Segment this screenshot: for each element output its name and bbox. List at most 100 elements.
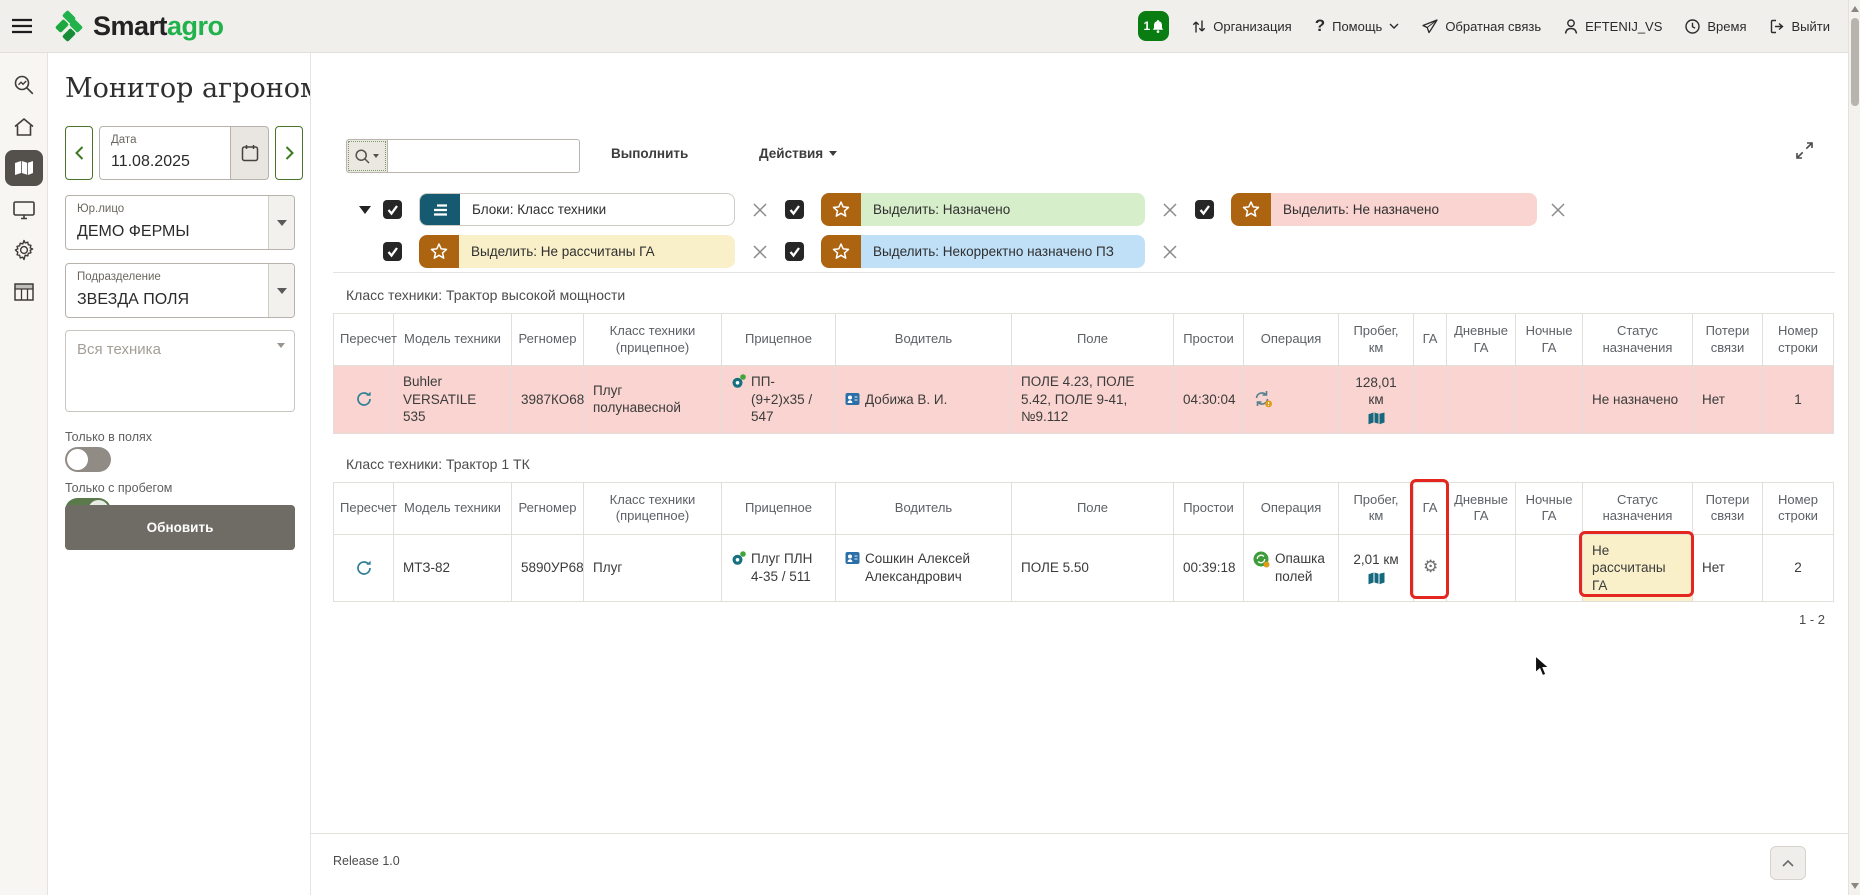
ga-gear-icon[interactable]: ⚙ — [1423, 557, 1438, 577]
username: EFTENIJ_VS — [1585, 19, 1662, 34]
recalculate-icon[interactable] — [343, 559, 384, 577]
date-prev-button[interactable] — [65, 126, 93, 180]
chip-checkbox[interactable] — [1195, 200, 1214, 219]
only-in-fields-toggle[interactable] — [65, 447, 111, 472]
search-options-button[interactable] — [346, 139, 388, 173]
col-header: Потери связи — [1693, 314, 1763, 366]
chip-checkbox[interactable] — [785, 242, 804, 261]
filter-chip-highlight-incorrect-task[interactable]: Выделить: Некорректно назначено ПЗ — [821, 235, 1145, 268]
col-header: ГА — [1414, 482, 1447, 534]
menu-icon[interactable] — [0, 0, 44, 53]
equipment-multiselect[interactable]: Вся техника — [65, 330, 295, 412]
organization-button[interactable]: Организация — [1192, 19, 1291, 34]
chip-checkbox[interactable] — [383, 200, 402, 219]
logout-icon — [1770, 19, 1785, 34]
vertical-scrollbar[interactable] — [1848, 0, 1860, 895]
chevron-down-icon — [277, 343, 285, 348]
logo-text: Smartagro — [93, 11, 224, 42]
actions-menu-button[interactable]: Действия — [759, 146, 837, 161]
col-header: Прицепное — [722, 482, 836, 534]
recalculate-icon[interactable] — [343, 390, 384, 408]
sidebar-item-monitor-icon[interactable] — [0, 193, 48, 227]
star-icon — [821, 235, 861, 268]
col-header: Статус назначения — [1583, 314, 1693, 366]
cell-link-loss: Нет — [1693, 366, 1763, 434]
cell-night-ga — [1516, 366, 1583, 434]
implement-icon — [731, 374, 746, 389]
scroll-to-top-button[interactable] — [1770, 846, 1806, 880]
driver-icon — [845, 392, 860, 406]
date-field[interactable]: Дата 11.08.2025 — [99, 126, 231, 180]
table-group-1: Пересчет Модель техники Регномер Класс т… — [333, 313, 1835, 434]
remove-chip-icon[interactable] — [741, 244, 779, 260]
remove-chip-icon[interactable] — [1151, 202, 1189, 218]
col-header: Модель техники — [394, 314, 512, 366]
filter-panel: Монитор агронома Дата 11.08.2025 Юр.лицо… — [48, 53, 310, 895]
star-icon — [419, 235, 459, 268]
feedback-button[interactable]: Обратная связь — [1422, 19, 1541, 34]
filter-chip-highlight-no-ga[interactable]: Выделить: Не рассчитаны ГА — [419, 235, 735, 268]
chevron-down-icon — [829, 151, 837, 156]
table-group-2: Пересчет Модель техники Регномер Класс т… — [333, 482, 1835, 603]
maximize-icon[interactable] — [1795, 141, 1814, 160]
legal-entity-select[interactable]: Юр.лицо ДЕМО ФЕРМЫ — [65, 195, 295, 250]
collapse-filters-caret[interactable] — [353, 206, 377, 214]
execute-button[interactable]: Выполнить — [611, 146, 688, 161]
equipment-placeholder: Вся техника — [77, 341, 161, 358]
question-icon: ? — [1315, 16, 1325, 36]
sidebar-item-table-icon[interactable] — [0, 275, 48, 309]
table-header-row: Пересчет Модель техники Регномер Класс т… — [334, 482, 1834, 534]
chip-checkbox[interactable] — [785, 200, 804, 219]
map-track-icon[interactable] — [1348, 572, 1404, 585]
date-next-button[interactable] — [275, 126, 303, 180]
filter-chip-blocks[interactable]: Блоки: Класс техники — [419, 193, 735, 226]
cell-day-ga — [1447, 366, 1516, 434]
col-header: Операция — [1244, 482, 1339, 534]
col-header: Потери связи — [1693, 482, 1763, 534]
chevron-down-icon[interactable] — [268, 196, 294, 249]
scrollbar-down-arrow[interactable] — [1851, 883, 1859, 889]
col-header: Пересчет — [334, 482, 394, 534]
chip-checkbox[interactable] — [383, 242, 402, 261]
search-input[interactable] — [388, 139, 580, 173]
cell-link-loss: Нет — [1693, 534, 1763, 602]
chevron-down-icon[interactable] — [268, 264, 294, 317]
driver-icon — [845, 551, 860, 565]
map-track-icon[interactable] — [1348, 412, 1404, 425]
filter-chip-highlight-assigned[interactable]: Выделить: Назначено — [821, 193, 1145, 226]
calendar-icon[interactable] — [231, 126, 269, 180]
sidebar-item-home-icon[interactable] — [0, 110, 48, 144]
implement-icon — [731, 551, 746, 566]
col-header: Поле — [1012, 482, 1174, 534]
star-icon — [821, 193, 861, 226]
logout-button[interactable]: Выйти — [1770, 19, 1831, 34]
page-title: Монитор агронома — [65, 73, 337, 104]
filter-chip-highlight-not-assigned[interactable]: Выделить: Не назначено — [1231, 193, 1537, 226]
notifications-badge[interactable]: 1 — [1138, 11, 1169, 41]
sidebar-item-analytics-search-icon[interactable] — [0, 68, 48, 102]
scrollbar-up-arrow[interactable] — [1851, 6, 1859, 12]
cell-field: ПОЛЕ 4.23, ПОЛЕ 5.42, ПОЛЕ 9-41, №9.112 — [1012, 366, 1174, 434]
star-icon — [1231, 193, 1271, 226]
remove-chip-icon[interactable] — [1151, 244, 1189, 260]
remove-chip-icon[interactable] — [1543, 202, 1573, 218]
division-select[interactable]: Подразделение ЗВЕЗДА ПОЛЯ — [65, 263, 295, 318]
user-menu[interactable]: EFTENIJ_VS — [1564, 19, 1662, 34]
sidebar-item-map-icon[interactable] — [5, 150, 43, 186]
col-header: Пробег, км — [1339, 314, 1414, 366]
table-row: МТЗ-82 5890УР68 Плуг Плуг ПЛН 4-35 / 511… — [334, 534, 1834, 602]
only-in-fields-label: Только в полях — [65, 430, 152, 444]
logo[interactable]: Smartagro — [52, 9, 224, 43]
time-button[interactable]: Время — [1685, 19, 1746, 34]
table-header-row: Пересчет Модель техники Регномер Класс т… — [334, 314, 1834, 366]
scrollbar-thumb[interactable] — [1851, 18, 1859, 106]
col-header: Простои — [1174, 482, 1244, 534]
cell-impl-class: Плуг полунавесной — [584, 366, 722, 434]
sidebar-item-settings-gear-icon[interactable] — [0, 233, 48, 267]
refresh-button[interactable]: Обновить — [65, 505, 295, 550]
cell-ga — [1414, 366, 1447, 434]
remove-chip-icon[interactable] — [741, 202, 779, 218]
cell-mileage: 128,01 км — [1348, 374, 1404, 409]
help-menu[interactable]: ? Помощь — [1315, 16, 1400, 36]
cell-model: Buhler VERSATILE 535 — [394, 366, 512, 434]
